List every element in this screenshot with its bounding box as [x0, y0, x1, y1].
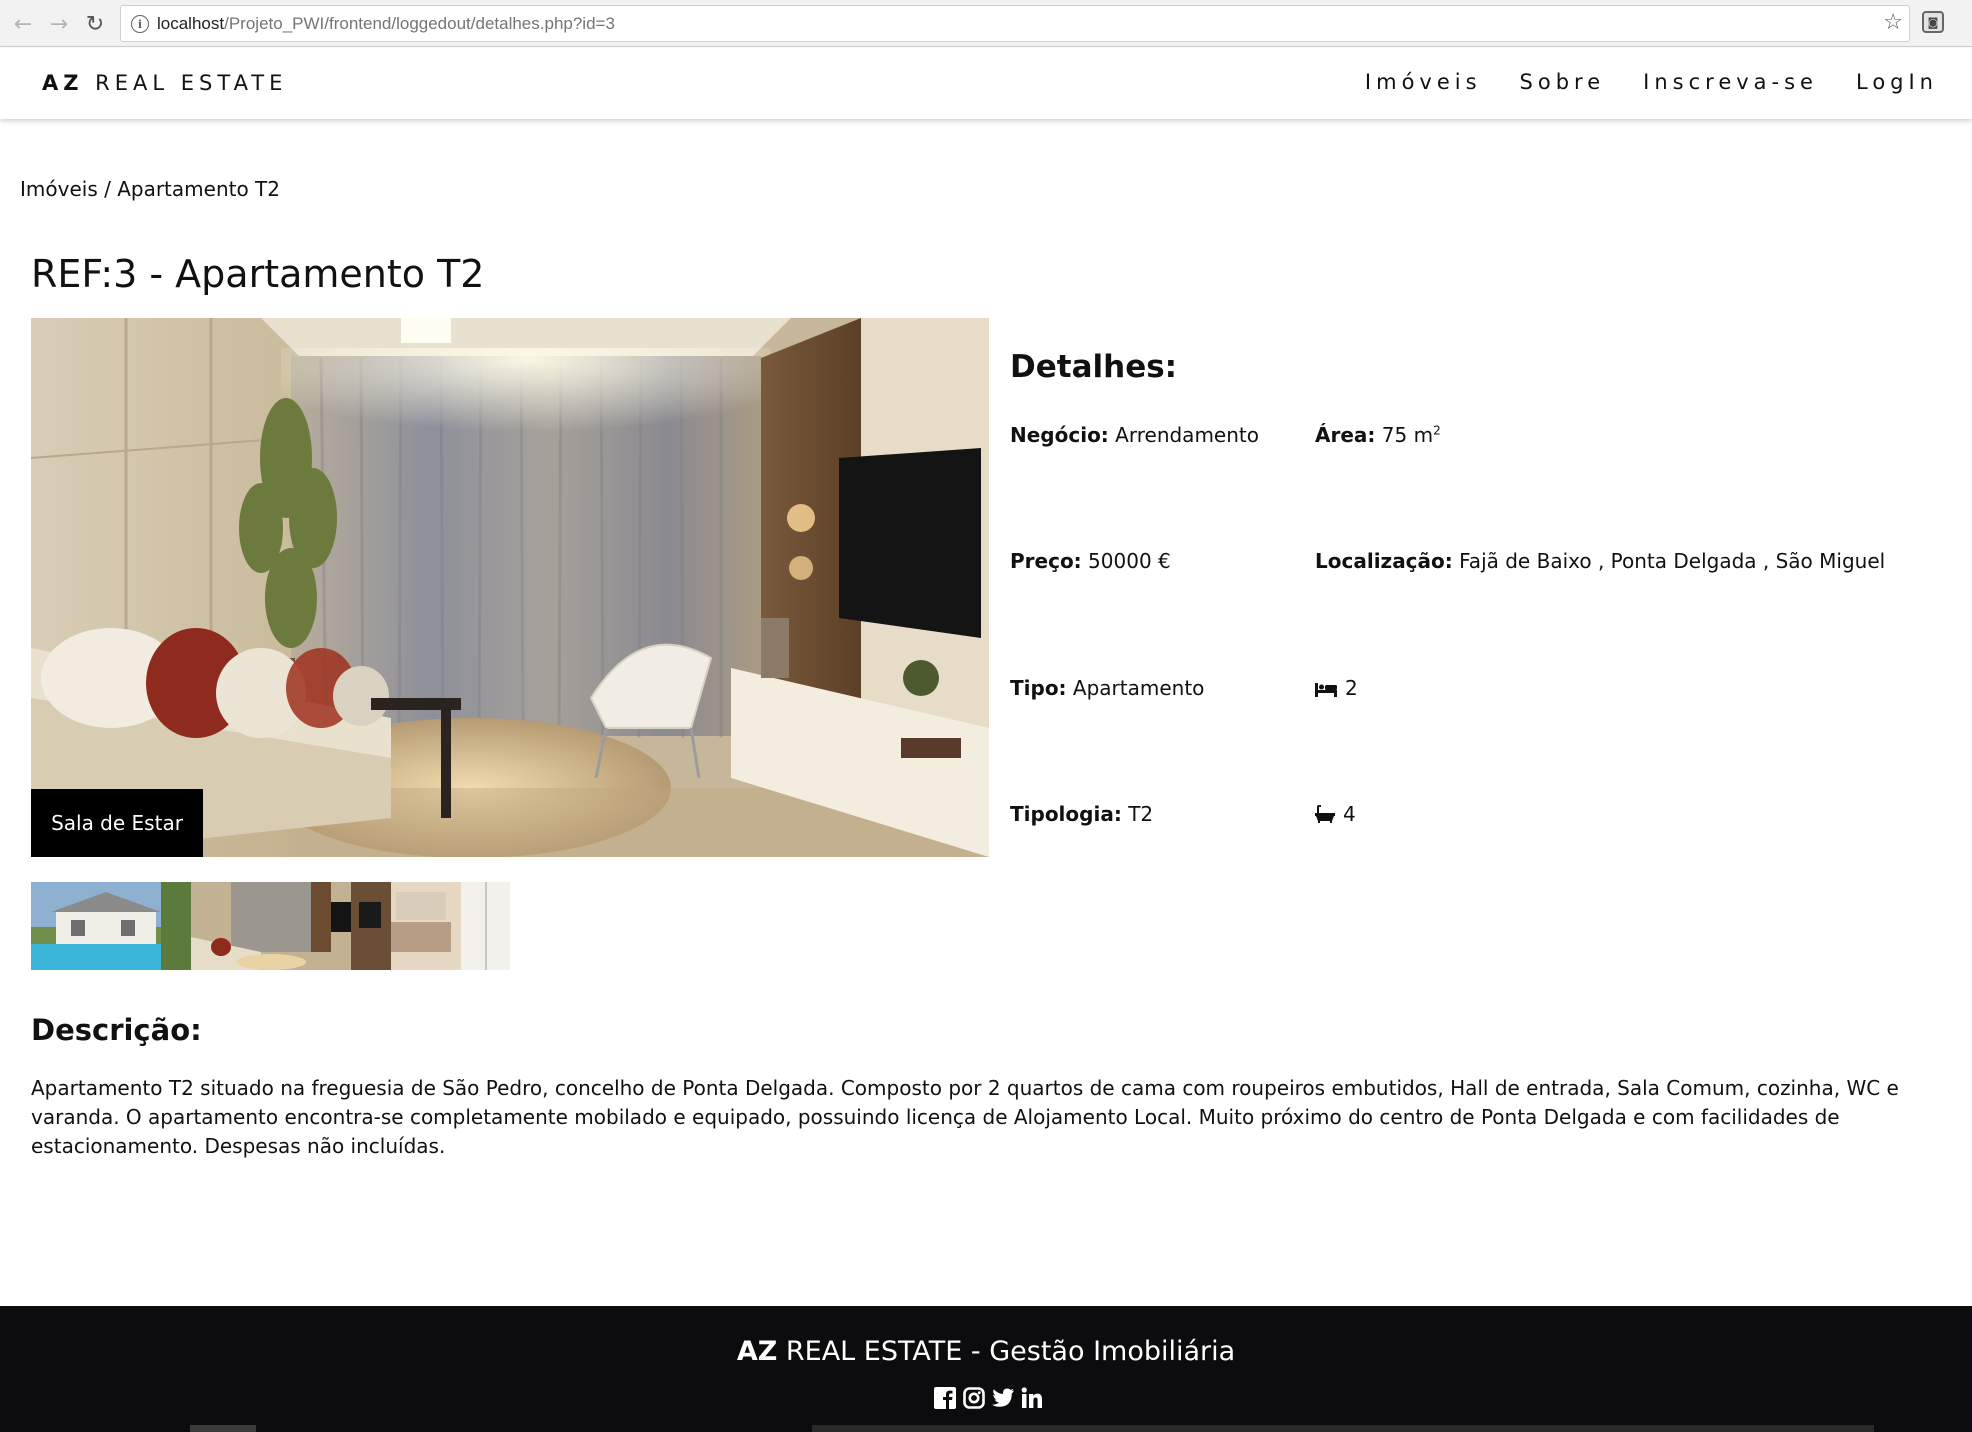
- site-footer: AZ REAL ESTATE - Gestão Imobiliária: [0, 1306, 1972, 1432]
- breadcrumb-link-imoveis[interactable]: Imóveis: [20, 177, 98, 201]
- detail-quartos: 2: [1315, 676, 1358, 702]
- bath-icon: [1315, 804, 1335, 828]
- detail-localizacao: Localização: Fajã de Baixo , Ponta Delga…: [1315, 549, 1886, 573]
- breadcrumb-separator: /: [104, 177, 111, 201]
- brand-logo[interactable]: AZ REAL ESTATE: [42, 71, 287, 95]
- facebook-icon[interactable]: [934, 1387, 956, 1409]
- detail-negocio: Negócio: Arrendamento: [1010, 423, 1259, 447]
- nav-link-imoveis[interactable]: Imóveis: [1365, 70, 1482, 94]
- bathroom-thumbnail-image: [351, 882, 510, 970]
- breadcrumb: Imóveis / Apartamento T2: [20, 177, 280, 201]
- bookmark-star-icon[interactable]: ☆: [1883, 10, 1903, 35]
- detail-tipo: Tipo: Apartamento: [1010, 676, 1205, 700]
- detail-area: Área: 75 m2: [1315, 423, 1441, 447]
- description-heading: Descrição:: [31, 1013, 202, 1047]
- detail-wc: 4: [1315, 802, 1356, 828]
- thumbnail-bathroom[interactable]: [351, 882, 510, 970]
- detail-tipologia: Tipologia: T2: [1010, 802, 1154, 826]
- instagram-icon[interactable]: [963, 1387, 985, 1409]
- address-bar[interactable]: i localhost/Projeto_PWI/frontend/loggedo…: [120, 5, 1910, 42]
- living-room-photo: [31, 318, 989, 857]
- back-arrow-icon[interactable]: ←: [8, 9, 38, 39]
- details-heading: Detalhes:: [1010, 349, 1178, 385]
- forward-arrow-icon[interactable]: →: [44, 9, 74, 39]
- nav-link-inscreva-se[interactable]: Inscreva-se: [1643, 70, 1818, 94]
- info-icon[interactable]: i: [131, 15, 149, 33]
- nav-link-sobre[interactable]: Sobre: [1520, 70, 1606, 94]
- breadcrumb-current: Apartamento T2: [117, 177, 280, 201]
- twitter-icon[interactable]: [992, 1387, 1014, 1409]
- url-text[interactable]: localhost/Projeto_PWI/frontend/loggedout…: [157, 14, 615, 34]
- nav-link-login[interactable]: LogIn: [1856, 70, 1938, 94]
- footer-brand: AZ REAL ESTATE - Gestão Imobiliária: [736, 1336, 1236, 1367]
- horizontal-scrollbar[interactable]: [0, 1425, 1972, 1432]
- thumbnail-living-room[interactable]: [191, 882, 351, 970]
- extension-icon[interactable]: ◙: [1922, 11, 1944, 33]
- main-photo[interactable]: Sala de Estar: [31, 318, 989, 857]
- photo-thumbnails: [31, 882, 510, 970]
- linkedin-icon[interactable]: [1021, 1387, 1043, 1409]
- reload-icon[interactable]: ↻: [80, 9, 110, 39]
- page-title: REF:3 - Apartamento T2: [31, 252, 485, 296]
- thumbnail-exterior[interactable]: [31, 882, 191, 970]
- site-navbar: AZ REAL ESTATE Imóveis Sobre Inscreva-se…: [0, 48, 1972, 119]
- browser-toolbar: ← → ↻ i localhost/Projeto_PWI/frontend/l…: [0, 0, 1972, 47]
- scrollbar-segment: [190, 1425, 256, 1432]
- living-room-thumbnail-image: [191, 882, 351, 970]
- description-text: Apartamento T2 situado na freguesia de S…: [31, 1076, 1899, 1158]
- social-links: [934, 1387, 1050, 1409]
- exterior-thumbnail-image: [31, 882, 191, 970]
- main-menu: Imóveis Sobre Inscreva-se LogIn: [1327, 70, 1938, 94]
- bed-icon: [1315, 678, 1337, 702]
- scrollbar-thumb[interactable]: [812, 1425, 1874, 1432]
- detail-preco: Preço: 50000 €: [1010, 549, 1171, 573]
- photo-caption: Sala de Estar: [31, 789, 203, 857]
